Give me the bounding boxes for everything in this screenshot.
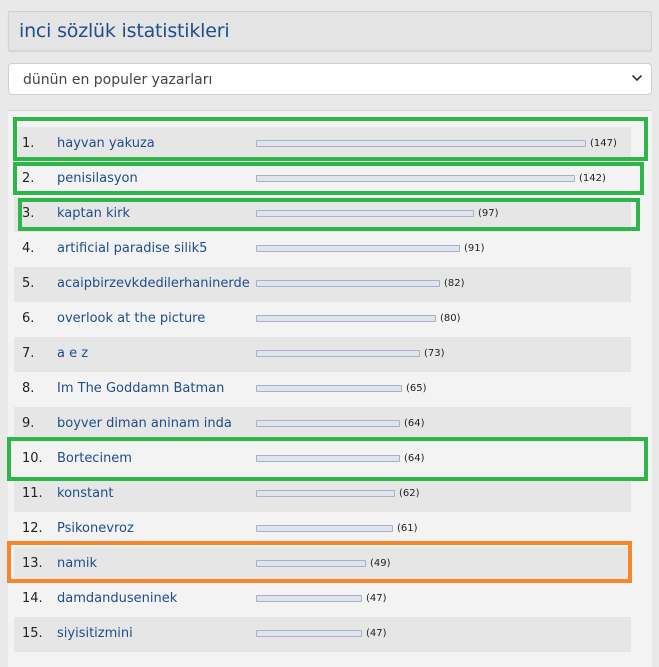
page-header: inci sözlük istatistikleri: [8, 11, 652, 51]
entry-count-bar: [256, 280, 440, 287]
entry-count-bar: [256, 245, 460, 252]
rank-number: 3.: [22, 206, 35, 221]
rank-number: 7.: [22, 346, 35, 361]
author-link[interactable]: hayvan yakuza: [57, 136, 155, 151]
author-link[interactable]: artificial paradise silik5: [57, 241, 207, 256]
entry-count-bar: [256, 385, 402, 392]
author-link[interactable]: Im The Goddamn Batman: [57, 381, 224, 396]
author-link[interactable]: Psikonevroz: [57, 521, 134, 536]
author-link[interactable]: penisilasyon: [57, 171, 138, 186]
author-row: 9. boyver diman aninam inda (64): [14, 407, 631, 442]
author-row: 14. damdanduseninek (47): [14, 582, 631, 617]
author-row: 1. hayvan yakuza (147): [14, 127, 631, 162]
author-row: 4. artificial paradise silik5 (91): [14, 232, 631, 267]
entry-count-bar: [256, 210, 474, 217]
rank-number: 8.: [22, 381, 35, 396]
entry-count: (97): [478, 208, 499, 219]
rank-number: 4.: [22, 241, 35, 256]
author-row: 5. acaipbirzevkdedilerhaninerde (82): [14, 267, 631, 302]
author-link[interactable]: boyver diman aninam inda: [57, 416, 232, 431]
rank-number: 1.: [22, 136, 35, 151]
entry-count-bar: [256, 350, 420, 357]
entry-count-bar: [256, 140, 586, 147]
entry-count: (147): [590, 138, 617, 149]
rank-number: 11.: [22, 486, 43, 501]
entry-count-bar: [256, 525, 393, 532]
author-row: 3. kaptan kirk (97): [14, 197, 631, 232]
author-row: 11. konstant (62): [14, 477, 631, 512]
entry-count: (49): [370, 558, 391, 569]
author-link[interactable]: kaptan kirk: [57, 206, 130, 221]
stats-type-select[interactable]: dünün en populer yazarları: [8, 63, 652, 95]
entry-count: (80): [440, 313, 461, 324]
author-link[interactable]: damdanduseninek: [57, 591, 177, 606]
entry-count-bar: [256, 315, 436, 322]
rank-number: 10.: [22, 451, 43, 466]
page-title: inci sözlük istatistikleri: [19, 20, 230, 42]
rank-number: 12.: [22, 521, 43, 536]
author-link[interactable]: overlook at the picture: [57, 311, 205, 326]
author-row: 10. Bortecinem (64): [14, 442, 631, 477]
author-link[interactable]: namik: [57, 556, 97, 571]
select-value: dünün en populer yazarları: [23, 72, 213, 88]
rank-number: 6.: [22, 311, 35, 326]
entry-count: (62): [399, 488, 420, 499]
entry-count-bar: [256, 175, 575, 182]
author-link[interactable]: konstant: [57, 486, 113, 501]
rank-number: 15.: [22, 626, 43, 641]
entry-count: (61): [397, 523, 418, 534]
entry-count: (82): [444, 278, 465, 289]
author-link[interactable]: Bortecinem: [57, 451, 132, 466]
entry-count-bar: [256, 490, 395, 497]
chevron-down-icon: [632, 75, 642, 81]
entry-count: (91): [464, 243, 485, 254]
author-row: 13. namik (49): [14, 547, 631, 582]
entry-count: (47): [366, 628, 387, 639]
author-link[interactable]: a e z: [57, 346, 88, 361]
rank-number: 5.: [22, 276, 35, 291]
rank-number: 9.: [22, 416, 35, 431]
entry-count-bar: [256, 420, 400, 427]
author-link[interactable]: acaipbirzevkdedilerhaninerde: [57, 276, 250, 291]
author-row: 2. penisilasyon (142): [14, 162, 631, 197]
author-row: 6. overlook at the picture (80): [14, 302, 631, 337]
author-link[interactable]: siyisitizmini: [57, 626, 133, 641]
rank-number: 2.: [22, 171, 35, 186]
entry-count-bar: [256, 560, 366, 567]
author-row: 8. Im The Goddamn Batman (65): [14, 372, 631, 407]
entry-count: (64): [404, 453, 425, 464]
entry-count: (47): [366, 593, 387, 604]
entry-count: (73): [424, 348, 445, 359]
entry-count-bar: [256, 630, 362, 637]
rank-number: 14.: [22, 591, 43, 606]
entry-count: (64): [404, 418, 425, 429]
entry-count: (65): [406, 383, 427, 394]
entry-count: (142): [579, 173, 606, 184]
entry-count-bar: [256, 595, 362, 602]
entry-count-bar: [256, 455, 400, 462]
author-row: 15. siyisitizmini (47): [14, 617, 631, 652]
author-row: 12. Psikonevroz (61): [14, 512, 631, 547]
rank-number: 13.: [22, 556, 43, 571]
author-row: 7. a e z (73): [14, 337, 631, 372]
